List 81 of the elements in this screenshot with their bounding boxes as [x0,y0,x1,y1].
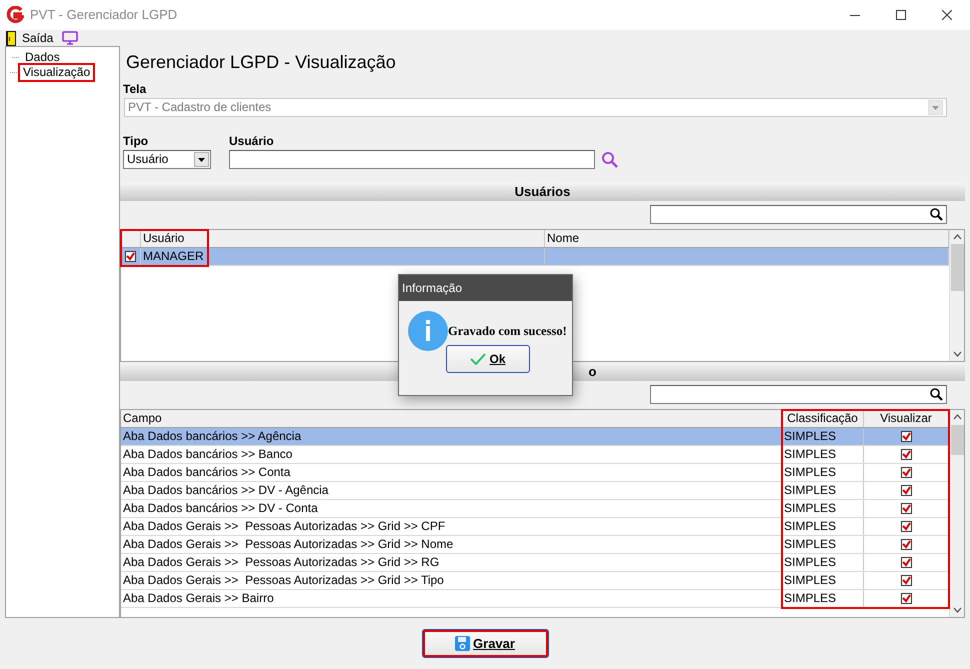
table-row[interactable]: Aba Dados bancários >> DV - Conta SIMPLES [121,500,949,518]
table-row[interactable]: MANAGER [121,248,949,266]
scrollbar[interactable] [949,410,964,617]
table-row[interactable]: Aba Dados bancários >> Conta SIMPLES [121,464,949,482]
scroll-thumb[interactable] [950,244,964,291]
ok-button[interactable]: Ok [446,345,530,373]
dropdown-arrow-icon [198,158,205,162]
table-cell: Aba Dados bancários >> Conta [121,464,782,481]
checkbox[interactable] [900,521,912,532]
column-header[interactable]: Classificação [782,410,864,427]
app-logo-icon [6,6,24,24]
table-cell: SIMPLES [782,536,864,553]
table-cell: Aba Dados bancários >> DV - Conta [121,500,782,517]
table-cell: SIMPLES [782,518,864,535]
table-cell: SIMPLES [782,464,864,481]
checkbox[interactable] [900,485,912,496]
dialog-message: Gravado com sucesso! [448,322,567,340]
table-cell: Aba Dados Gerais >> Pessoas Autorizadas >> Grid >> Nome [121,536,782,553]
table-row[interactable]: Aba Dados Gerais >> Pessoas Autorizadas >> Grid >> CPF SIMPLES [121,518,949,536]
column-header[interactable]: Visualizar [864,410,949,427]
table-cell: Aba Dados Gerais >> Pessoas Autorizadas >> Grid >> Tipo [121,572,782,589]
minimize-icon [850,14,860,16]
window-title: PVT - Gerenciador LGPD [30,6,178,24]
checkbox[interactable] [900,593,912,604]
table-row[interactable]: Aba Dados Gerais >> Pessoas Autorizadas >> Grid >> Nome SIMPLES [121,536,949,554]
maximize-icon [896,10,906,20]
table-cell: Aba Dados bancários >> DV - Agência [121,482,782,499]
table-cell: SIMPLES [782,428,864,445]
page-heading: Gerenciador LGPD - Visualização [125,51,397,74]
checkbox[interactable] [900,431,912,442]
table-row[interactable]: Aba Dados Gerais >> Pessoas Autorizadas >> Grid >> RG SIMPLES [121,554,949,572]
checkbox[interactable] [900,557,912,568]
checkbox[interactable] [900,467,912,478]
monitor-icon[interactable] [62,31,78,45]
table-cell: SIMPLES [782,446,864,463]
checkbox[interactable] [900,575,912,586]
search-icon[interactable] [930,208,943,221]
table-row[interactable]: Aba Dados bancários >> Agência SIMPLES [121,428,949,446]
checkbox[interactable] [125,251,136,262]
column-header[interactable]: Campo [121,410,782,427]
dialog-title: Informação [399,275,572,301]
table-cell: SIMPLES [782,590,864,607]
table-cell: Aba Dados bancários >> Banco [121,446,782,463]
checkbox[interactable] [900,449,912,460]
table-cell: Aba Dados Gerais >> Pessoas Autorizadas >> Grid >> RG [121,554,782,571]
table-cell: Aba Dados Gerais >> Pessoas Autorizadas >> Grid >> CPF [121,518,782,535]
table-row[interactable]: Aba Dados bancários >> Banco SIMPLES [121,446,949,464]
table-cell: MANAGER [141,248,545,265]
table-row[interactable]: Aba Dados Gerais >> Bairro SIMPLES [121,590,949,608]
search-field[interactable] [650,385,947,404]
dropdown-arrow-icon [932,106,939,110]
table-cell: Aba Dados bancários >> Agência [121,428,782,445]
table-row[interactable]: Aba Dados bancários >> DV - Agência SIMPLES [121,482,949,500]
scroll-thumb[interactable] [950,425,964,455]
column-header[interactable]: Usuário [141,230,545,247]
tree-item[interactable]: Visualização [20,65,94,80]
table-cell: SIMPLES [782,554,864,571]
scrollbar[interactable] [949,230,964,361]
user-input[interactable] [229,150,595,169]
table-cell: SIMPLES [782,500,864,517]
table-cell: Aba Dados Gerais >> Bairro [121,590,782,607]
field-label: Usuário [229,133,275,150]
section-title: o [588,363,596,381]
section-title: Usuários [514,183,570,201]
checkbox[interactable] [900,539,912,550]
tree-item[interactable]: Dados [22,50,63,65]
type-dropdown[interactable]: Usuário [123,150,211,169]
check-icon [470,353,486,365]
table-cell: SIMPLES [782,572,864,589]
field-label: Tipo [123,133,150,150]
menu-item[interactable]: Saída [22,29,54,47]
save-button[interactable]: Gravar [422,629,548,658]
table-row[interactable]: Aba Dados Gerais >> Pessoas Autorizadas >> Grid >> Tipo SIMPLES [121,572,949,590]
search-icon[interactable] [930,388,943,401]
search-field[interactable] [650,205,947,224]
door-icon[interactable] [6,30,16,46]
close-icon [942,10,952,20]
checkbox[interactable] [900,503,912,514]
table-cell: SIMPLES [782,482,864,499]
field-label: Tela [122,81,148,98]
info-icon [408,311,448,351]
